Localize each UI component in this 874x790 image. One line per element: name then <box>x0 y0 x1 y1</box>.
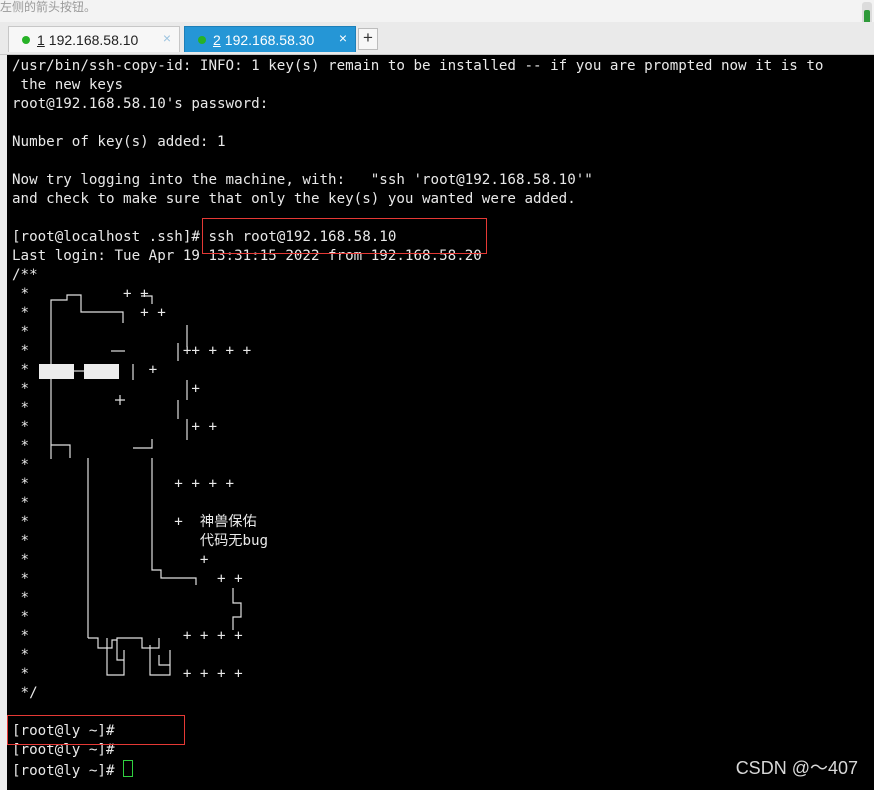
tab-number: 1 <box>37 31 45 48</box>
terminal-line: * + + <box>12 419 217 435</box>
terminal-line: * + + <box>12 305 166 321</box>
top-hint-strip: 左侧的箭头按钮。 <box>0 0 874 22</box>
csdn-watermark: CSDN @～407 <box>735 758 858 778</box>
terminal-line: * <box>12 609 30 625</box>
terminal-cursor <box>123 760 134 777</box>
terminal-line: * <box>12 495 30 511</box>
terminal-line: */ <box>12 685 38 701</box>
tab-label: 192.168.58.10 <box>48 31 139 48</box>
terminal-line: [root@ly ~]# <box>12 760 134 779</box>
terminal-line: * <box>12 647 30 663</box>
terminal-line: * <box>12 438 30 454</box>
tab-session-1[interactable]: 1 192.168.58.10 × <box>8 26 180 52</box>
terminal-line: * <box>12 324 30 340</box>
highlight-ssh-command <box>202 218 487 254</box>
terminal-line: and check to make sure that only the key… <box>12 191 576 207</box>
terminal-line: * <box>12 590 30 606</box>
terminal-line: * + + + + <box>12 476 235 492</box>
terminal-line: * ++ + + + <box>12 343 252 359</box>
scroll-indicator[interactable] <box>862 2 872 22</box>
connected-status-icon <box>198 35 206 44</box>
terminal-line: * + <box>12 552 209 568</box>
terminal-line: * + + + + <box>12 628 243 644</box>
close-tab-icon[interactable]: × <box>339 30 347 46</box>
terminal-line: the new keys <box>12 77 124 93</box>
terminal-line: * + <box>12 381 200 397</box>
terminal-line: root@192.168.58.10's password: <box>12 96 269 112</box>
session-tab-bar: 1 192.168.58.10 × 2 192.168.58.30 × + <box>0 22 874 55</box>
terminal-line: * + <box>12 362 158 378</box>
terminal-line: * <box>12 457 30 473</box>
terminal-line: /** <box>12 267 38 283</box>
terminal-line: * <box>12 400 30 416</box>
terminal-screen[interactable]: /usr/bin/ssh-copy-id: INFO: 1 key(s) rem… <box>7 55 874 790</box>
terminal-line: * + 神兽保佑 <box>12 514 257 530</box>
terminal-line: * + + <box>12 286 149 302</box>
add-tab-button[interactable]: + <box>358 28 378 50</box>
terminal-line: Number of key(s) added: 1 <box>12 134 226 150</box>
terminal-line: Now try logging into the machine, with: … <box>12 172 593 188</box>
close-tab-icon[interactable]: × <box>163 30 171 46</box>
highlight-remote-prompt <box>7 715 185 745</box>
terminal-line: * 代码无bug <box>12 533 269 549</box>
top-hint-text: 左侧的箭头按钮。 <box>0 0 97 14</box>
connected-status-icon <box>22 35 30 44</box>
terminal-line: /usr/bin/ssh-copy-id: INFO: 1 key(s) rem… <box>12 58 824 74</box>
tab-session-2[interactable]: 2 192.168.58.30 × <box>184 26 356 52</box>
tab-label: 192.168.58.30 <box>224 31 315 48</box>
tab-number: 2 <box>213 31 221 48</box>
terminal-line: * + + + + <box>12 666 243 682</box>
terminal-line: * + + <box>12 571 243 587</box>
